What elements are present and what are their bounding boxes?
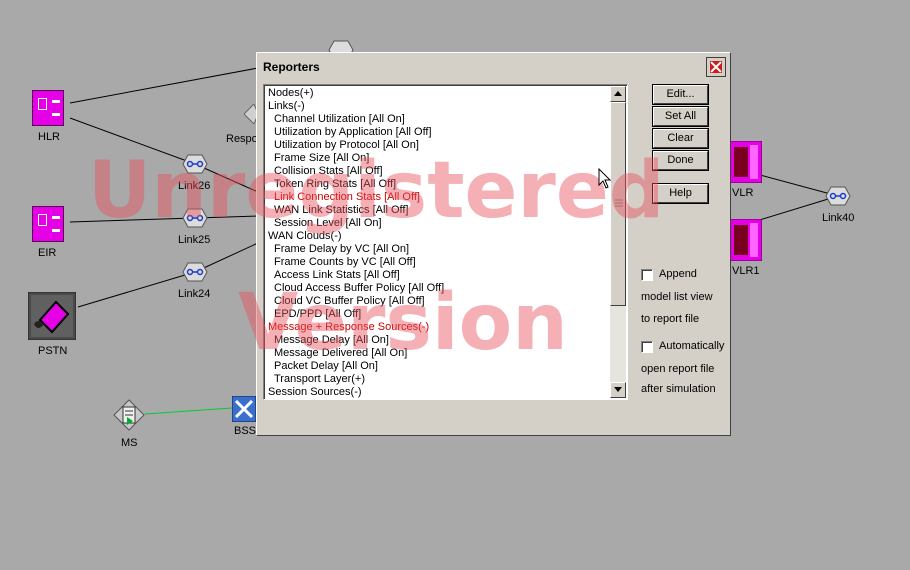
bss-node[interactable]: BSS xyxy=(231,395,257,437)
list-item[interactable]: Transport Layer(+) xyxy=(268,373,608,386)
list-item[interactable]: Channel Utilization [All On] xyxy=(268,113,608,126)
list-item[interactable]: Session Level [All On] xyxy=(268,217,608,230)
grip-icon xyxy=(615,199,623,207)
hlr-label: HLR xyxy=(38,131,61,143)
list-item[interactable]: Message Delivered [All On] xyxy=(268,347,608,360)
pstn-label: PSTN xyxy=(38,345,68,357)
clear-button[interactable]: Clear xyxy=(653,129,708,148)
list-item[interactable]: Frame Delay by VC [All On] xyxy=(268,243,608,256)
link-icon xyxy=(182,262,208,282)
list-item[interactable]: Cloud VC Buffer Policy [All Off] xyxy=(268,295,608,308)
list-item[interactable]: Cloud Access Buffer Policy [All Off] xyxy=(268,282,608,295)
server-icon xyxy=(729,140,763,184)
cursor-icon xyxy=(598,168,612,189)
done-button[interactable]: Done xyxy=(653,151,708,170)
list-item[interactable]: Utilization by Protocol [All On] xyxy=(268,139,608,152)
append-label: Append xyxy=(659,268,697,280)
set-all-button[interactable]: Set All xyxy=(653,107,708,126)
list-item[interactable]: Collision Stats [All Off] xyxy=(268,165,608,178)
arrow-down-icon xyxy=(614,387,622,392)
vlr-node[interactable]: VLR xyxy=(729,140,763,199)
scroll-up-button[interactable] xyxy=(610,86,626,102)
bss-icon xyxy=(231,395,257,423)
switch-icon xyxy=(32,90,64,126)
close-icon xyxy=(710,61,722,73)
respo-label: Respo xyxy=(226,133,258,145)
switch-icon xyxy=(32,206,64,242)
list-item[interactable]: Message + Response Sources(-) xyxy=(268,321,608,334)
reporters-dialog: Reporters Nodes(+) Links(-) Channel Utiliz… xyxy=(256,52,731,436)
vlr1-label: VLR1 xyxy=(732,265,760,277)
list-item[interactable]: EPD/PPD [All Off] xyxy=(268,308,608,321)
list-item[interactable]: WAN Link Statistics [All Off] xyxy=(268,204,608,217)
list-item[interactable]: Frame Size [All On] xyxy=(268,152,608,165)
dialog-titlebar[interactable]: Reporters xyxy=(257,53,730,81)
arrow-up-icon xyxy=(614,91,622,96)
auto-open-checkbox[interactable] xyxy=(641,341,653,353)
list-item[interactable]: Utilization by Application [All Off] xyxy=(268,126,608,139)
link26-label: Link26 xyxy=(178,180,211,192)
append-label-3: to report file xyxy=(641,313,700,325)
link-icon xyxy=(182,208,208,228)
link-icon xyxy=(825,186,851,206)
pstn-node[interactable]: PSTN xyxy=(27,291,77,357)
close-button[interactable] xyxy=(706,57,726,77)
list-scrollbar[interactable] xyxy=(610,86,626,398)
link-icon xyxy=(182,154,208,174)
help-button[interactable]: Help xyxy=(653,184,708,203)
link25-label: Link25 xyxy=(178,234,211,246)
ms-label: MS xyxy=(121,437,138,449)
list-item[interactable]: WAN Clouds(-) xyxy=(268,230,608,243)
link40-label: Link40 xyxy=(822,212,855,224)
reporters-list-items: Nodes(+) Links(-) Channel Utilization [All… xyxy=(268,87,608,399)
auto-open-label-3: after simulation xyxy=(641,383,716,395)
auto-open-label-2: open report file xyxy=(641,363,715,375)
vlr-label: VLR xyxy=(732,187,754,199)
reporters-list[interactable]: Nodes(+) Links(-) Channel Utilization [All… xyxy=(263,84,628,400)
link24-label: Link24 xyxy=(178,288,211,300)
append-checkbox[interactable] xyxy=(641,269,653,281)
ms-node[interactable]: MS xyxy=(113,399,145,449)
dialog-title: Reporters xyxy=(263,60,320,74)
eir-label: EIR xyxy=(38,247,57,259)
list-item[interactable]: Frame Counts by VC [All Off] xyxy=(268,256,608,269)
append-label-2: model list view xyxy=(641,291,713,303)
mobile-station-icon xyxy=(113,399,145,431)
list-item[interactable]: Access Link Stats [All Off] xyxy=(268,269,608,282)
vlr1-node[interactable]: VLR1 xyxy=(729,218,763,277)
scroll-down-button[interactable] xyxy=(610,382,626,398)
auto-open-label: Automatically xyxy=(659,340,725,352)
phone-icon xyxy=(27,291,77,341)
list-item[interactable]: Token Ring Stats [All Off] xyxy=(268,178,608,191)
server-icon xyxy=(729,218,763,262)
edit-button[interactable]: Edit... xyxy=(653,85,708,104)
list-item[interactable]: Packet Delay [All On] xyxy=(268,360,608,373)
list-item[interactable]: Nodes(+) xyxy=(268,87,608,100)
list-item[interactable]: Message Delay [All On] xyxy=(268,334,608,347)
list-item[interactable]: Session Sources(-) xyxy=(268,386,608,399)
scroll-thumb[interactable] xyxy=(610,102,626,306)
bss-label: BSS xyxy=(234,425,257,437)
list-item[interactable]: Links(-) xyxy=(268,100,608,113)
list-item[interactable]: Link Connection Stats [All Off] xyxy=(268,191,608,204)
